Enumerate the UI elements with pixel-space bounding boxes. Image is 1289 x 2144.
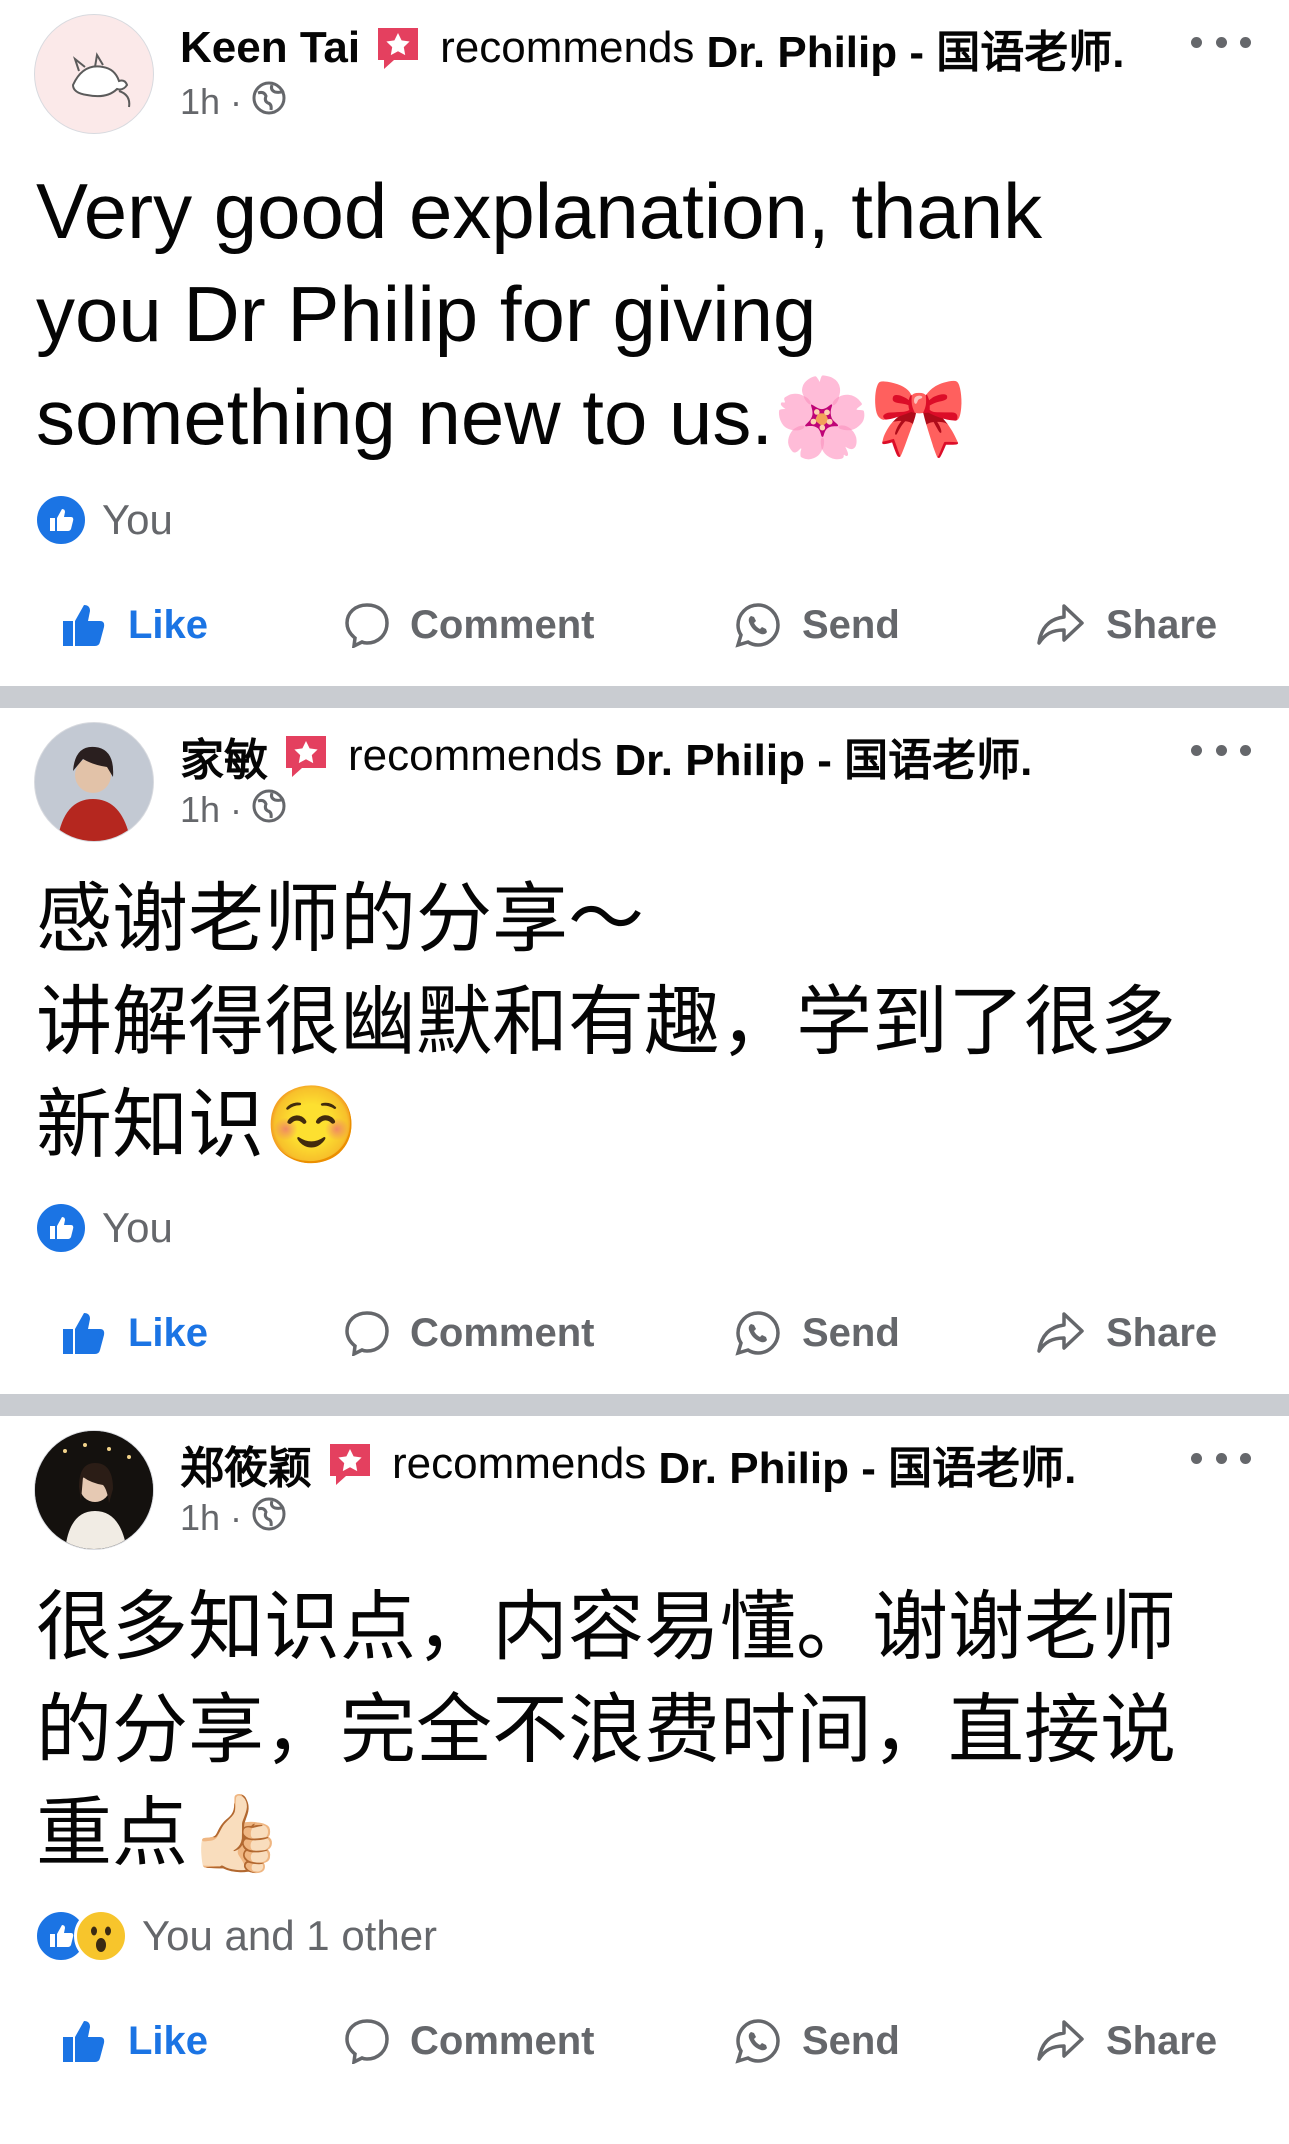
send-label: Send [802,1310,900,1355]
recommends-badge-icon [282,732,330,780]
post-meta: 1h · [180,80,286,124]
post-card: Keen Tai recommends Dr. Philip - 国语老师. 1… [0,0,1289,686]
action-bar: Like Comment Send Share [0,1996,1289,2086]
send-button[interactable]: Send [734,1298,900,1368]
avatar[interactable] [34,722,154,842]
separator-dot: · [230,1497,243,1538]
comment-button[interactable]: Comment [344,2006,594,2076]
wow-reaction-icon [74,1909,128,1963]
timestamp[interactable]: 1h [180,789,220,831]
post-card: 郑筱颖 recommends Dr. Philip - 国语老师. 1h · 很… [0,1416,1289,2102]
share-arrow-icon [1036,2018,1086,2064]
send-button[interactable]: Send [734,2006,900,2076]
like-button[interactable]: Like [60,1298,208,1368]
comment-label: Comment [410,1310,595,1355]
like-label: Like [128,602,209,647]
page-name[interactable]: Dr. Philip - 国语老师. [614,724,1032,788]
like-label: Like [128,1310,209,1355]
comment-label: Comment [410,2018,595,2063]
share-label: Share [1106,602,1218,647]
page-name[interactable]: Dr. Philip - 国语老师. [658,1432,1076,1496]
reaction-text: You and 1 other [142,1912,438,1959]
thumbs-up-icon [60,2017,108,2065]
author-name[interactable]: 家敏 [180,724,268,788]
profile-photo-icon [35,1431,153,1549]
separator-dot: · [230,789,243,830]
timestamp[interactable]: 1h [180,81,220,123]
post-header: 郑筱颖 recommends Dr. Philip - 国语老师. [180,1434,1076,1494]
send-label: Send [802,602,900,647]
separator-dot: · [230,81,243,122]
action-bar: Like Comment Send Share [0,1288,1289,1378]
avatar[interactable] [34,1430,154,1550]
recommends-badge-icon [374,24,422,72]
cat-illustration-icon [71,52,131,108]
like-label: Like [128,2018,209,2063]
like-button[interactable]: Like [60,2006,208,2076]
comment-bubble-icon [344,2018,390,2064]
author-name[interactable]: 郑筱颖 [180,1432,312,1496]
reaction-text: You [102,1204,173,1251]
author-name[interactable]: Keen Tai [180,23,360,73]
thumbs-up-icon [60,601,108,649]
comment-bubble-icon [344,602,390,648]
whatsapp-icon [734,1309,782,1357]
comment-button[interactable]: Comment [344,1298,594,1368]
share-button[interactable]: Share [1036,1298,1217,1368]
post-text: 很多知识点，内容易懂。谢谢老师 的分享，完全不浪费时间，直接说 重点👍🏻 [36,1585,1176,1876]
globe-icon [252,1497,286,1540]
like-button[interactable]: Like [60,590,208,660]
thumbs-up-icon [60,1309,108,1357]
whatsapp-icon [734,601,782,649]
comment-label: Comment [410,602,595,647]
share-label: Share [1106,1310,1218,1355]
comment-button[interactable]: Comment [344,590,594,660]
comment-bubble-icon [344,1310,390,1356]
share-label: Share [1106,2018,1218,2063]
more-options-icon[interactable] [1191,730,1251,770]
recommends-text: recommends [348,731,603,780]
post-meta: 1h · [180,1496,286,1540]
whatsapp-icon [734,2017,782,2065]
send-button[interactable]: Send [734,590,900,660]
reaction-summary[interactable]: You [34,492,173,548]
send-label: Send [802,2018,900,2063]
reaction-summary[interactable]: You [34,1200,173,1256]
share-arrow-icon [1036,1310,1086,1356]
recommends-text: recommends [392,1439,647,1488]
profile-photo-icon [35,723,153,841]
post-header: 家敏 recommends Dr. Philip - 国语老师. [180,726,1032,786]
like-reaction-icon [34,1201,88,1255]
page-name[interactable]: Dr. Philip - 国语老师. [706,16,1124,80]
recommends-badge-icon [326,1440,374,1488]
post-text: 感谢老师的分享～ 讲解得很幽默和有趣，学到了很多 新知识☺️ [36,877,1176,1168]
reaction-text: You [102,496,173,543]
more-options-icon[interactable] [1191,22,1251,62]
share-button[interactable]: Share [1036,2006,1217,2076]
post-meta: 1h · [180,788,286,832]
globe-icon [252,81,286,124]
reaction-summary[interactable]: You and 1 other [34,1908,437,1964]
recommends-text: recommends [440,23,695,72]
avatar[interactable] [34,14,154,134]
share-button[interactable]: Share [1036,590,1217,660]
post-divider [0,686,1289,708]
timestamp[interactable]: 1h [180,1497,220,1539]
like-reaction-icon [34,493,88,547]
share-arrow-icon [1036,602,1086,648]
action-bar: Like Comment Send Share [0,580,1289,670]
globe-icon [252,789,286,832]
post-header: Keen Tai recommends Dr. Philip - 国语老师. [180,18,1124,78]
more-options-icon[interactable] [1191,1438,1251,1478]
post-divider [0,1394,1289,1416]
post-text: Very good explanation, thank you Dr Phil… [36,167,1043,461]
post-card: 家敏 recommends Dr. Philip - 国语老师. 1h · 感谢… [0,708,1289,1394]
